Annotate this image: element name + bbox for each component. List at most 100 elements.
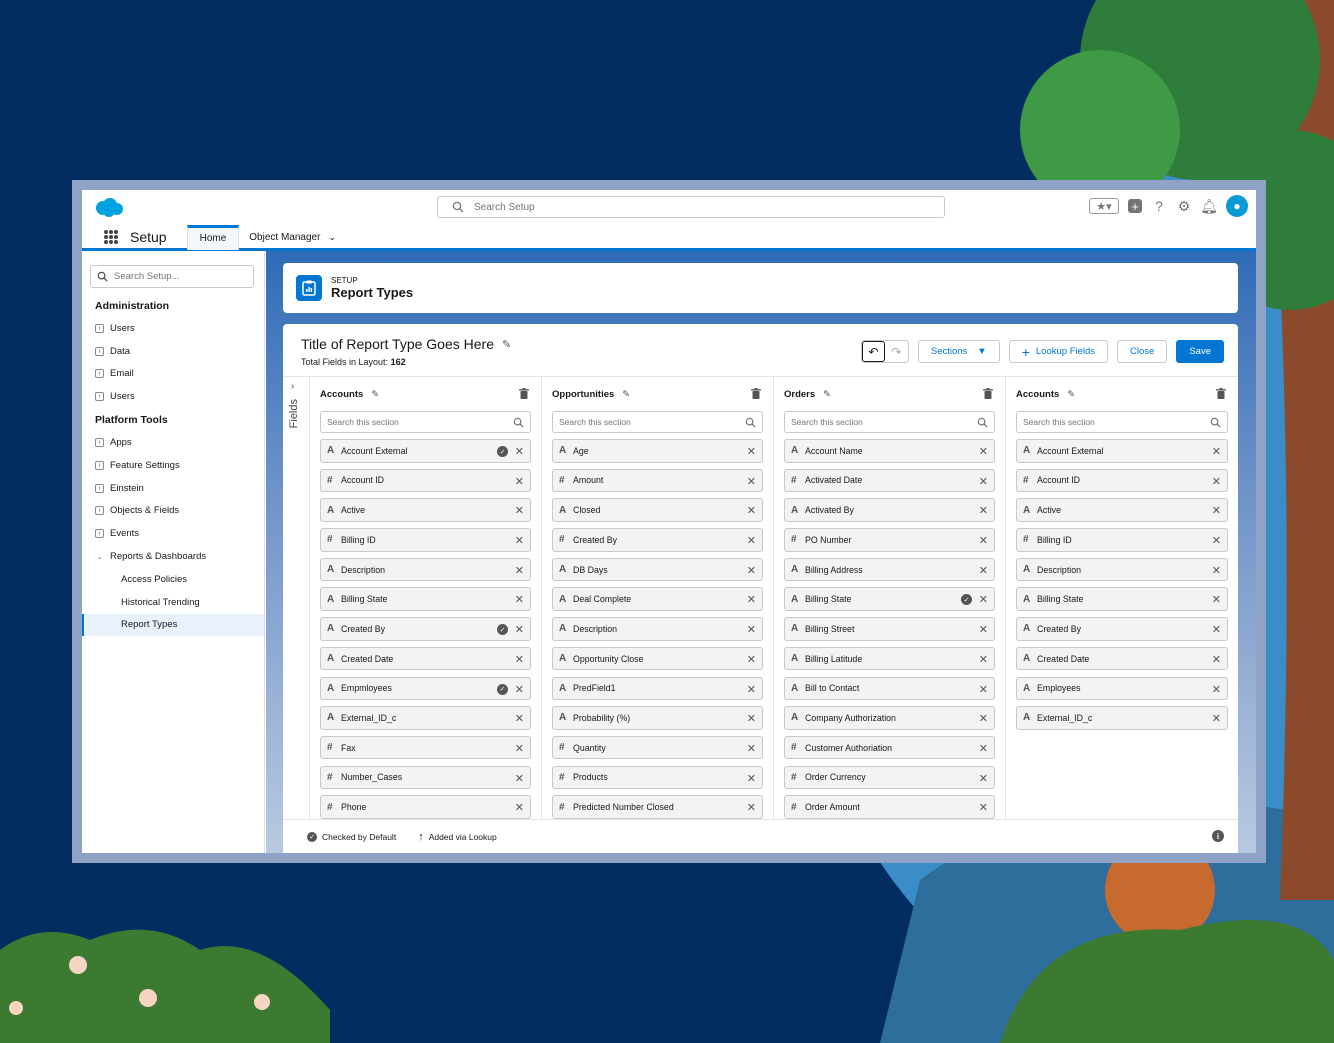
close-icon[interactable]: ✕ xyxy=(747,504,756,517)
field-pill[interactable]: A External_ID_c ✕ xyxy=(1016,706,1228,730)
field-pill[interactable]: A Billing Address ✕ xyxy=(784,557,995,582)
pencil-icon[interactable]: ✎ xyxy=(502,338,511,351)
sidebar-item-users[interactable]: › Users xyxy=(82,317,264,340)
close-icon[interactable]: ✕ xyxy=(1212,475,1221,488)
bell-icon[interactable]: 🔔︎ xyxy=(1200,198,1218,214)
close-icon[interactable]: ✕ xyxy=(747,742,756,755)
chevron-right-icon[interactable]: › xyxy=(95,438,104,448)
close-icon[interactable]: ✕ xyxy=(515,534,524,547)
close-icon[interactable]: ✕ xyxy=(515,683,524,696)
close-icon[interactable]: ✕ xyxy=(515,712,524,725)
close-icon[interactable]: ✕ xyxy=(747,445,756,458)
close-icon[interactable]: ✕ xyxy=(515,742,524,755)
close-icon[interactable]: ✕ xyxy=(747,683,756,696)
sidebar-item-report-types[interactable]: Report Types xyxy=(82,613,264,637)
chevron-down-icon[interactable]: ⌄ xyxy=(95,552,104,561)
field-pill[interactable]: A Probability (%) ✕ xyxy=(552,706,763,730)
check-icon[interactable]: ✓ xyxy=(497,683,508,695)
close-icon[interactable]: ✕ xyxy=(747,593,756,606)
chevron-right-icon[interactable]: › xyxy=(95,369,104,379)
field-pill[interactable]: # Amount ✕ xyxy=(552,468,763,493)
help-icon[interactable]: ? xyxy=(1151,198,1167,214)
field-pill[interactable]: A Active ✕ xyxy=(1016,498,1228,522)
close-icon[interactable]: ✕ xyxy=(515,623,524,636)
field-pill[interactable]: # Activated Date ✕ xyxy=(784,468,995,493)
trash-icon[interactable] xyxy=(751,388,761,399)
global-search-input[interactable]: Search Setup xyxy=(437,196,945,218)
close-icon[interactable]: ✕ xyxy=(515,772,524,785)
chevron-right-icon[interactable]: › xyxy=(95,323,104,333)
undo-icon[interactable]: ↶ xyxy=(861,341,885,362)
close-icon[interactable]: ✕ xyxy=(979,623,988,636)
field-pill[interactable]: A Account Name ✕ xyxy=(784,439,995,463)
close-icon[interactable]: ✕ xyxy=(979,653,988,666)
close-icon[interactable]: ✕ xyxy=(747,475,756,488)
field-pill[interactable]: A Billing State ✓ ✕ xyxy=(784,587,995,611)
field-pill[interactable]: A Activated By ✕ xyxy=(784,498,995,522)
close-icon[interactable]: ✕ xyxy=(515,445,524,458)
sidebar-item-email[interactable]: › Email xyxy=(82,363,264,386)
close-icon[interactable]: ✕ xyxy=(1212,534,1221,547)
field-pill[interactable]: A Account External ✓ ✕ xyxy=(320,439,531,463)
chevron-right-icon[interactable]: › xyxy=(95,346,104,356)
check-icon[interactable]: ✓ xyxy=(961,594,972,606)
trash-icon[interactable] xyxy=(1216,388,1226,399)
field-pill[interactable]: # Fax ✕ xyxy=(320,735,531,760)
field-pill[interactable]: A Company Authorization ✕ xyxy=(784,706,995,730)
sidebar-item-reports-dashboards[interactable]: ⌄ Reports & Dashboards xyxy=(82,545,264,568)
field-pill[interactable]: A Account External ✕ xyxy=(1016,439,1228,463)
chevron-right-icon[interactable]: › xyxy=(95,483,104,493)
close-icon[interactable]: ✕ xyxy=(747,534,756,547)
close-icon[interactable]: ✕ xyxy=(979,475,988,488)
field-pill[interactable]: A Billing Street ✕ xyxy=(784,617,995,641)
section-search-input[interactable]: Search this section xyxy=(784,411,995,433)
field-pill[interactable]: A Opportunity Close ✕ xyxy=(552,646,763,671)
avatar[interactable]: ● xyxy=(1226,195,1248,217)
field-pill[interactable]: A Age ✕ xyxy=(552,439,763,463)
field-pill[interactable]: A External_ID_c ✕ xyxy=(320,706,531,730)
close-icon[interactable]: ✕ xyxy=(1212,445,1221,458)
field-pill[interactable]: # Number_Cases ✕ xyxy=(320,765,531,790)
field-pill[interactable]: # Account ID ✕ xyxy=(320,468,531,493)
redo-icon[interactable]: ↷ xyxy=(885,341,908,362)
trash-icon[interactable] xyxy=(983,388,993,399)
close-icon[interactable]: ✕ xyxy=(747,712,756,725)
sections-button[interactable]: Sections ▼ xyxy=(917,340,1000,363)
lookup-fields-button[interactable]: + Lookup Fields xyxy=(1008,340,1109,363)
close-icon[interactable]: ✕ xyxy=(747,772,756,785)
check-icon[interactable]: ✓ xyxy=(497,624,508,636)
app-launcher-icon[interactable] xyxy=(104,230,118,244)
tab-home[interactable]: Home xyxy=(186,224,240,250)
sidebar-item-historical-trending[interactable]: Historical Trending xyxy=(82,591,264,614)
close-icon[interactable]: ✕ xyxy=(1212,712,1221,725)
close-icon[interactable]: ✕ xyxy=(1212,593,1221,606)
field-pill[interactable]: # Account ID ✕ xyxy=(1016,468,1228,493)
chevron-down-icon[interactable]: ⌄ xyxy=(328,232,336,243)
sidebar-item-apps[interactable]: › Apps xyxy=(82,431,264,454)
field-pill[interactable]: A Created Date ✕ xyxy=(1016,646,1228,671)
chevron-right-icon[interactable]: › xyxy=(95,460,104,470)
salesforce-logo-icon[interactable] xyxy=(94,198,124,218)
close-icon[interactable]: ✕ xyxy=(515,504,524,517)
close-icon[interactable]: ✕ xyxy=(515,653,524,666)
close-icon[interactable]: ✕ xyxy=(979,445,988,458)
pencil-icon[interactable]: ✎ xyxy=(1067,389,1075,400)
close-icon[interactable]: ✕ xyxy=(1212,564,1221,577)
close-icon[interactable]: ✕ xyxy=(979,534,988,547)
close-icon[interactable]: ✕ xyxy=(747,653,756,666)
chevron-right-icon[interactable]: › xyxy=(95,506,104,516)
close-icon[interactable]: ✕ xyxy=(979,683,988,696)
close-icon[interactable]: ✕ xyxy=(1212,653,1221,666)
trash-icon[interactable] xyxy=(519,388,529,399)
field-pill[interactable]: A Active ✕ xyxy=(320,498,531,522)
field-pill[interactable]: A Deal Complete ✕ xyxy=(552,587,763,611)
gear-icon[interactable]: ⚙ xyxy=(1176,198,1192,214)
close-icon[interactable]: ✕ xyxy=(747,623,756,636)
fields-panel-toggle[interactable]: › Fields xyxy=(283,376,310,819)
field-pill[interactable]: # Billing ID ✕ xyxy=(1016,528,1228,552)
section-search-input[interactable]: Search this section xyxy=(320,411,531,433)
sidebar-item-data[interactable]: › Data xyxy=(82,340,264,363)
close-icon[interactable]: ✕ xyxy=(979,801,988,814)
section-search-input[interactable]: Search this section xyxy=(552,411,763,433)
field-pill[interactable]: # Quantity ✕ xyxy=(552,735,763,760)
